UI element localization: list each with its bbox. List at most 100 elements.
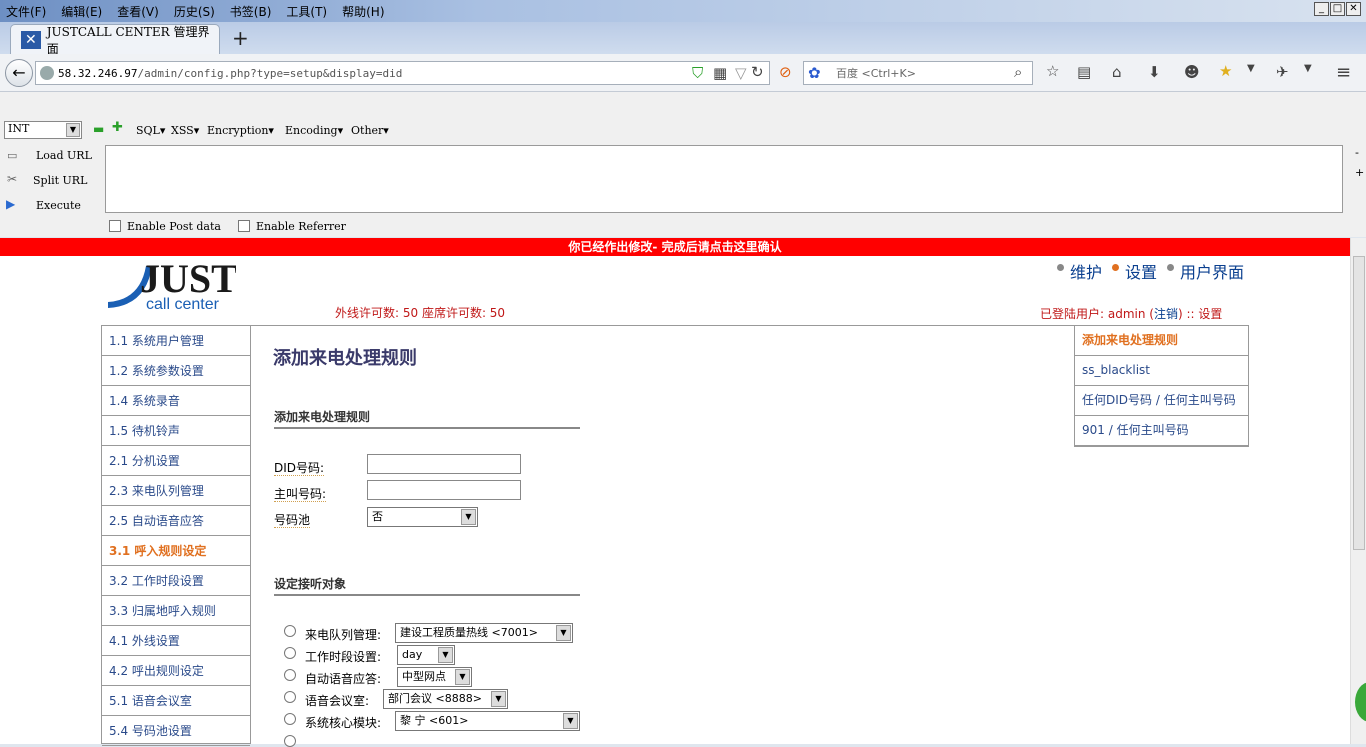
user-interface-link[interactable]: 用户界面 <box>1180 259 1244 283</box>
nav-item[interactable]: 2.5 自动语音应答 <box>102 506 250 536</box>
hackbar-url-textarea[interactable] <box>105 145 1343 213</box>
nav-item-active[interactable]: 3.1 呼入规则设定 <box>102 536 250 566</box>
rule-item[interactable]: ss_blacklist <box>1075 356 1248 386</box>
rule-list: 添加来电处理规则 ss_blacklist 任何DID号码 / 任何主叫号码 9… <box>1074 325 1249 447</box>
target-label: 来电队列管理: <box>305 628 382 642</box>
nav-item[interactable]: 3.2 工作时段设置 <box>102 566 250 596</box>
target-label: 工作时段设置: <box>305 650 382 664</box>
target-radio-ivr[interactable] <box>284 669 296 681</box>
reading-list-icon[interactable]: ▤ <box>1077 63 1091 81</box>
bookmark-star-icon[interactable]: ☆ <box>1046 62 1059 80</box>
back-button[interactable]: ← <box>5 59 33 87</box>
menu-history[interactable]: 历史(S) <box>174 3 215 20</box>
shield-icon[interactable]: ⛉ <box>692 64 703 82</box>
enable-referrer-checkbox[interactable] <box>238 220 250 232</box>
nav-item[interactable]: 5.4 号码池设置 <box>102 716 250 746</box>
plus-icon[interactable]: ✚ <box>112 120 123 135</box>
hackbar-encoding-menu[interactable]: Encoding▾ <box>285 124 343 137</box>
number-pool-select[interactable]: 否 ▼ <box>367 507 478 527</box>
nav-item[interactable]: 4.2 呼出规则设定 <box>102 656 250 686</box>
rule-item[interactable]: 901 / 任何主叫号码 <box>1075 416 1248 446</box>
license-count: 外线许可数: 50 座席许可数: 50 <box>335 306 506 320</box>
menu-help[interactable]: 帮助(H) <box>342 3 384 20</box>
chevron-down-icon: ▼ <box>556 625 571 641</box>
maximize-button[interactable]: □ <box>1330 2 1345 16</box>
chevron-down-icon: ▼ <box>66 123 80 137</box>
hackbar-type-value: INT <box>8 122 30 135</box>
nav-item[interactable]: 2.3 来电队列管理 <box>102 476 250 506</box>
target-radio-queue[interactable] <box>284 625 296 637</box>
conference-select[interactable]: 部门会议 <8888> ▼ <box>383 689 508 709</box>
caller-id-input[interactable] <box>367 480 521 500</box>
adblock-icon[interactable]: ⊘ <box>779 63 792 81</box>
section-divider <box>274 594 580 596</box>
close-window-button[interactable]: ✕ <box>1346 2 1361 16</box>
url-bar[interactable]: 58.32.246.97/admin/config.php?type=setup… <box>35 61 770 85</box>
hackbar-encryption-menu[interactable]: Encryption▾ <box>207 124 274 137</box>
reload-icon[interactable]: ↻ <box>751 63 764 81</box>
nav-item[interactable]: 3.3 归属地呼入规则 <box>102 596 250 626</box>
browser-tab[interactable]: ✕ JUSTCALL CENTER 管理界面 <box>10 24 220 56</box>
menu-file[interactable]: 文件(F) <box>6 3 46 20</box>
minimize-button[interactable]: _ <box>1314 2 1329 16</box>
hackbar-type-select[interactable]: INT ▼ <box>4 121 82 139</box>
hackbar-sql-menu[interactable]: SQL▾ <box>136 124 165 137</box>
nav-item[interactable]: 5.1 语音会议室 <box>102 686 250 716</box>
menu-edit[interactable]: 编辑(E) <box>61 3 102 20</box>
split-url-button[interactable]: Split URL <box>33 174 87 187</box>
apply-changes-banner[interactable]: 你已经作出修改- 完成后请点击这里确认 <box>0 238 1350 256</box>
extension-star-icon[interactable]: ★ <box>1219 62 1232 80</box>
login-user-text: 已登陆用户: admin ( <box>1040 307 1154 321</box>
chevron-down-icon[interactable]: ▼ <box>1304 63 1312 74</box>
hackbar-other-menu[interactable]: Other▾ <box>351 124 389 137</box>
page-scrollbar[interactable] <box>1350 238 1366 744</box>
nav-item[interactable]: 2.1 分机设置 <box>102 446 250 476</box>
search-icon[interactable]: ⌕ <box>1014 63 1022 81</box>
nav-item[interactable]: 1.2 系统参数设置 <box>102 356 250 386</box>
target-radio-more[interactable] <box>284 735 296 747</box>
home-icon[interactable]: ⌂ <box>1112 63 1122 81</box>
scissors-icon: ✂ <box>7 172 18 186</box>
bullet-icon <box>1167 264 1174 271</box>
hackbar-grow-icon[interactable]: + <box>1355 166 1364 179</box>
user-icon[interactable]: ☻ <box>1184 63 1200 81</box>
nav-item[interactable]: 1.4 系统录音 <box>102 386 250 416</box>
queue-select[interactable]: 建设工程质量热线 <7001> ▼ <box>395 623 573 643</box>
did-input[interactable] <box>367 454 521 474</box>
rule-item[interactable]: 任何DID号码 / 任何主叫号码 <box>1075 386 1248 416</box>
nav-item[interactable]: 4.1 外线设置 <box>102 626 250 656</box>
new-tab-icon[interactable]: + <box>232 26 249 50</box>
menu-tools[interactable]: 工具(T) <box>286 3 327 20</box>
target-radio-conference[interactable] <box>284 691 296 703</box>
download-icon[interactable]: ⬇ <box>1148 63 1161 81</box>
dropdown-icon[interactable]: ▽ <box>735 64 747 82</box>
target-radio-timegroup[interactable] <box>284 647 296 659</box>
nav-item[interactable]: 1.1 系统用户管理 <box>102 326 250 356</box>
rule-item-add[interactable]: 添加来电处理规则 <box>1075 326 1248 356</box>
hackbar-xss-menu[interactable]: XSS▾ <box>171 124 199 137</box>
enable-post-checkbox[interactable] <box>109 220 121 232</box>
maintenance-link[interactable]: 维护 <box>1070 259 1102 283</box>
nav-item[interactable]: 1.5 待机铃声 <box>102 416 250 446</box>
hamburger-menu-icon[interactable]: ≡ <box>1336 62 1351 83</box>
hackbar-shrink-icon[interactable]: - <box>1355 146 1359 159</box>
minus-icon[interactable]: ▬ <box>93 122 104 136</box>
chevron-down-icon[interactable]: ▼ <box>1247 63 1255 74</box>
settings-link[interactable]: 设置 <box>1125 259 1157 283</box>
menu-view[interactable]: 查看(V) <box>117 3 159 20</box>
left-navigation: 1.1 系统用户管理 1.2 系统参数设置 1.4 系统录音 1.5 待机铃声 … <box>101 325 251 746</box>
execute-button[interactable]: Execute <box>36 199 81 212</box>
search-input[interactable]: 百度 <Ctrl+K> <box>803 61 1033 85</box>
target-radio-core[interactable] <box>284 713 296 725</box>
baidu-icon[interactable]: ✿ <box>808 64 821 82</box>
ivr-select[interactable]: 中型网点 ▼ <box>397 667 472 687</box>
scrollbar-thumb[interactable] <box>1353 256 1365 550</box>
load-url-button[interactable]: Load URL <box>36 149 92 162</box>
menu-bar: 文件(F) 编辑(E) 查看(V) 历史(S) 书签(B) 工具(T) 帮助(H… <box>0 0 400 22</box>
menu-bookmarks[interactable]: 书签(B) <box>230 3 272 20</box>
logout-link[interactable]: 注销 <box>1154 307 1178 321</box>
addon-icon[interactable]: ✈ <box>1276 63 1289 81</box>
timegroup-select[interactable]: day ▼ <box>397 645 455 665</box>
qrcode-icon[interactable]: ▦ <box>713 64 727 82</box>
core-module-select[interactable]: 黎 宁 <601> ▼ <box>395 711 580 731</box>
